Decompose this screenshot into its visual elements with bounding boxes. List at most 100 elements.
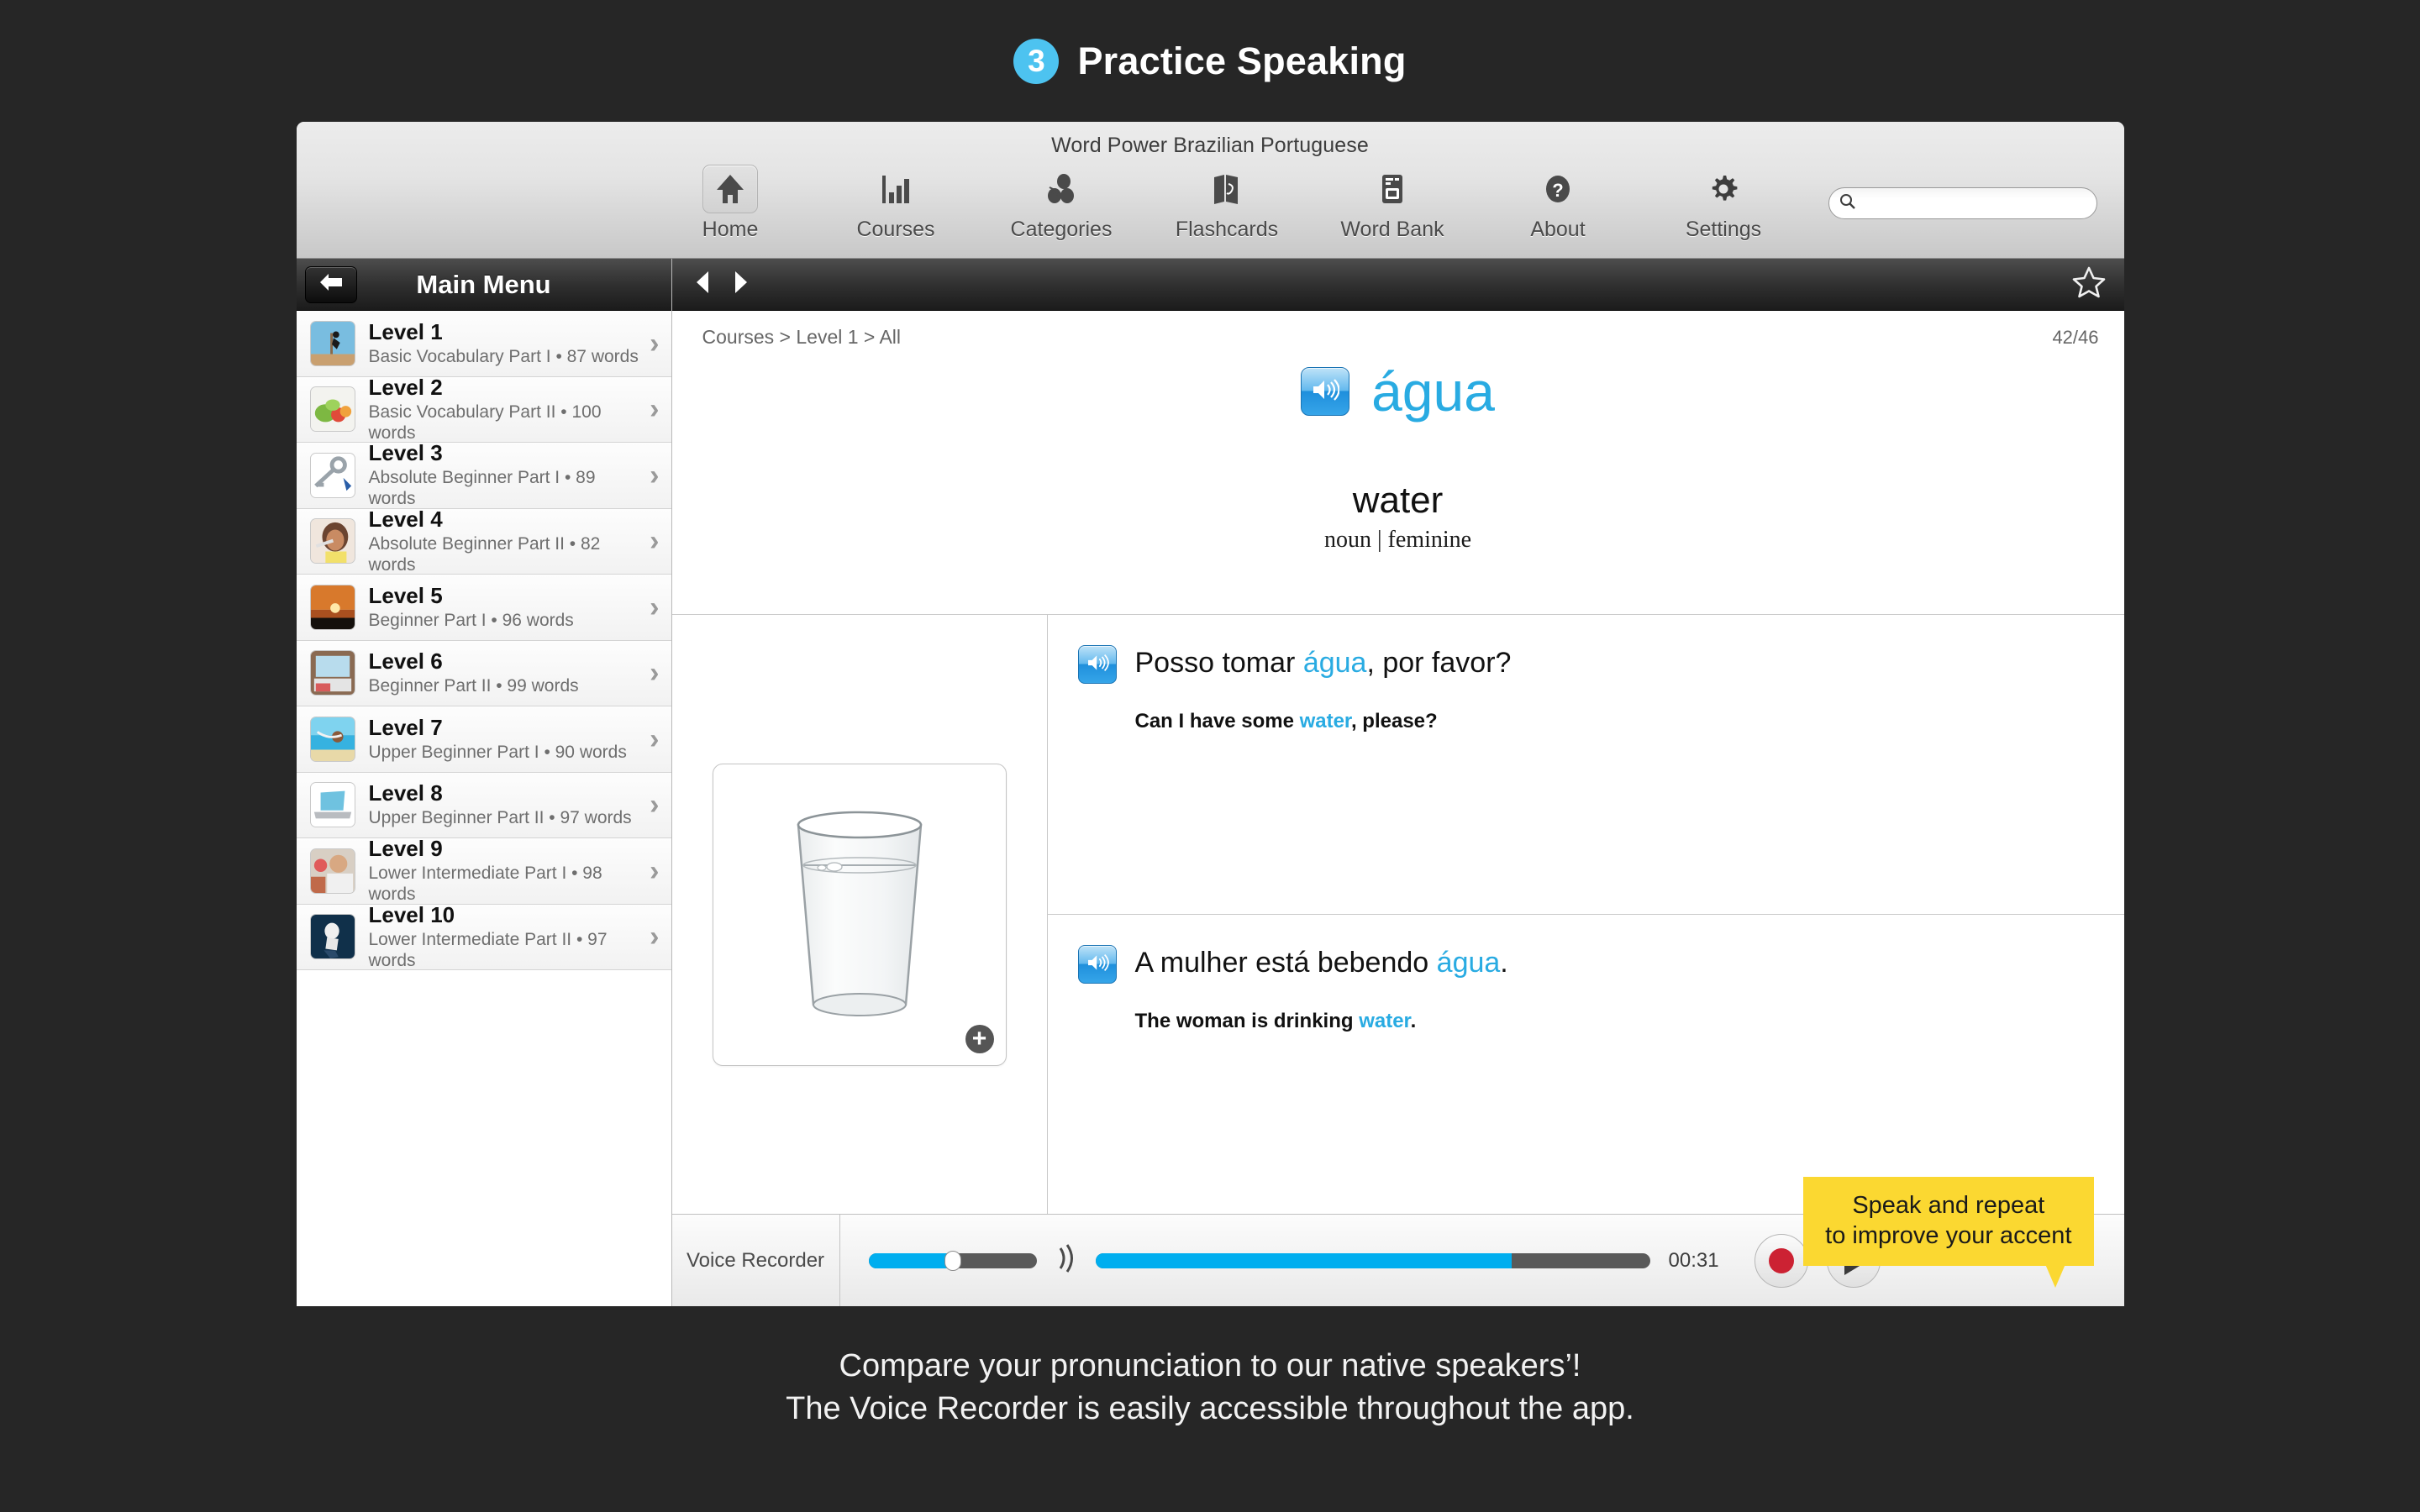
categories-icon-box — [1034, 165, 1089, 213]
sidebar-item-level-4[interactable]: Level 4 Absolute Beginner Part II • 82 w… — [296, 507, 671, 575]
search-box[interactable] — [1828, 187, 2097, 219]
toolbar-item-flashcards[interactable]: Flashcards — [1166, 165, 1288, 242]
toolbar-label-home: Home — [702, 218, 759, 241]
search-icon — [1839, 193, 1856, 214]
chevron-right-icon: › — [650, 657, 660, 690]
volume-slider[interactable] — [868, 1250, 1037, 1271]
image-pane: + — [672, 615, 1048, 1214]
toolbar-item-home[interactable]: Home — [670, 165, 792, 242]
favorite-star-icon[interactable] — [2072, 266, 2106, 302]
sentence-target-highlight: água — [1302, 647, 1367, 679]
nav-arrows — [694, 270, 750, 298]
record-dot-icon — [1768, 1247, 1794, 1273]
sidebar-item-level-1[interactable]: Level 1 Basic Vocabulary Part I • 87 wor… — [296, 311, 671, 377]
level-description: Lower Intermediate Part I • 98 words — [368, 864, 602, 905]
sidebar-item-level-5[interactable]: Level 5 Beginner Part I • 96 words › — [296, 575, 671, 641]
sentence-target-post: . — [1500, 947, 1508, 979]
speaker-icon — [1311, 378, 1340, 406]
playback-progress-slider[interactable] — [1095, 1252, 1650, 1268]
level-name: Level 8 — [368, 780, 443, 806]
svg-text:?: ? — [1552, 180, 1563, 201]
enlarge-image-button[interactable]: + — [965, 1024, 994, 1053]
sidebar-item-level-3[interactable]: Level 3 Absolute Beginner Part I • 89 wo… — [296, 440, 671, 509]
level-text: Level 5 Beginner Part I • 96 words — [368, 582, 642, 631]
level-text: Level 4 Absolute Beginner Part II • 82 w… — [369, 507, 642, 575]
toolbar-item-settings[interactable]: Settings — [1663, 165, 1785, 242]
word-image-card[interactable]: + — [712, 763, 1007, 1066]
chevron-right-icon: › — [650, 789, 660, 822]
home-icon-box — [702, 165, 758, 213]
chevron-right-icon: › — [650, 327, 660, 360]
sentence-native-1: Can I have some water, please? — [1135, 710, 1512, 733]
arrow-left-icon — [318, 272, 344, 297]
home-icon — [716, 174, 744, 204]
level-name: Level 9 — [368, 836, 443, 862]
level-thumbnail — [309, 716, 355, 762]
speak-repeat-tooltip: Speak and repeat to improve your accent — [1803, 1176, 2094, 1288]
sidebar-item-level-9[interactable]: Level 9 Lower Intermediate Part I • 98 w… — [296, 836, 671, 905]
level-text: Level 3 Absolute Beginner Part I • 89 wo… — [369, 440, 642, 509]
level-name: Level 4 — [368, 506, 443, 532]
level-thumbnail — [309, 584, 355, 630]
level-description: Beginner Part I • 96 words — [368, 610, 574, 630]
previous-button[interactable] — [694, 270, 711, 298]
level-name: Level 5 — [368, 582, 443, 608]
level-text: Level 9 Lower Intermediate Part I • 98 w… — [368, 836, 642, 905]
level-text: Level 6 Beginner Part II • 99 words — [368, 648, 642, 696]
level-text: Level 2 Basic Vocabulary Part II • 100 w… — [369, 375, 642, 444]
playback-time: 00:31 — [1668, 1248, 1719, 1272]
app-window: Word Power Brazilian Portuguese Home Cou… — [296, 122, 2124, 1306]
caption-line-2: The Voice Recorder is easily accessible … — [786, 1391, 1634, 1427]
toolbar-item-about[interactable]: ? About — [1497, 165, 1619, 242]
sidebar-item-level-8[interactable]: Level 8 Upper Beginner Part II • 97 word… — [296, 772, 671, 838]
chevron-right-icon: › — [650, 854, 660, 887]
record-button[interactable] — [1754, 1233, 1808, 1288]
level-description: Upper Beginner Part I • 90 words — [368, 742, 627, 762]
level-name: Level 6 — [368, 648, 443, 675]
voice-recorder-label-box: Voice Recorder — [672, 1215, 840, 1306]
level-description: Lower Intermediate Part II • 97 words — [368, 929, 608, 970]
level-thumbnail — [309, 452, 355, 498]
chevron-right-icon: › — [650, 525, 660, 558]
flashcards-icon-box — [1199, 165, 1255, 213]
level-name: Level 7 — [368, 714, 443, 740]
play-audio-sentence-1-button[interactable] — [1077, 645, 1117, 684]
sidebar-item-level-7[interactable]: Level 7 Upper Beginner Part I • 90 words… — [296, 706, 671, 773]
tooltip-line-1: Speak and repeat — [1852, 1191, 2045, 1219]
chevron-right-icon: › — [650, 921, 660, 953]
toolbar-label-categories: Categories — [1010, 218, 1113, 241]
level-description: Upper Beginner Part II • 97 words — [368, 808, 632, 828]
content-pane: Courses > Level 1 > All 42/46 água water… — [671, 259, 2124, 1306]
play-audio-sentence-2-button[interactable] — [1077, 945, 1117, 984]
level-thumbnail — [309, 320, 355, 366]
courses-icon-box — [868, 165, 923, 213]
sentence-native-post: . — [1410, 1009, 1417, 1032]
sidebar-header: Main Menu — [296, 259, 671, 311]
breadcrumb[interactable]: Courses > Level 1 > All — [702, 326, 902, 349]
chevron-right-icon: › — [650, 393, 660, 426]
back-button[interactable] — [304, 265, 357, 303]
sentence-texts: Posso tomar água, por favor? Can I have … — [1135, 645, 1512, 914]
page-title: Practice Speaking — [1077, 39, 1407, 82]
level-thumbnail — [309, 848, 355, 894]
toolbar-label-about: About — [1530, 218, 1586, 241]
search-input[interactable] — [1862, 188, 2086, 218]
page-header: 3 Practice Speaking — [0, 0, 2420, 122]
level-text: Level 10 Lower Intermediate Part II • 97… — [368, 902, 642, 971]
sidebar-item-level-6[interactable]: Level 6 Beginner Part II • 99 words › — [296, 640, 671, 706]
toolbar-item-word-bank[interactable]: Word Bank — [1332, 165, 1454, 242]
level-description: Beginner Part II • 99 words — [368, 676, 579, 696]
toolbar-item-categories[interactable]: Categories — [1001, 165, 1123, 242]
level-thumbnail — [309, 914, 355, 960]
toolbar-item-courses[interactable]: Courses — [835, 165, 957, 242]
sidebar-item-level-2[interactable]: Level 2 Basic Vocabulary Part II • 100 w… — [296, 375, 671, 444]
sentence-target-2: A mulher está bebendo água. — [1135, 945, 1508, 981]
about-icon-box: ? — [1530, 165, 1586, 213]
speaker-icon — [1086, 654, 1109, 676]
volume-slider-knob[interactable] — [944, 1250, 961, 1271]
play-audio-headword-button[interactable] — [1301, 367, 1350, 416]
flashcards-icon — [1213, 174, 1241, 204]
sidebar-item-level-10[interactable]: Level 10 Lower Intermediate Part II • 97… — [296, 902, 671, 971]
next-button[interactable] — [733, 270, 750, 298]
sentence-native-highlight: water — [1299, 709, 1351, 732]
